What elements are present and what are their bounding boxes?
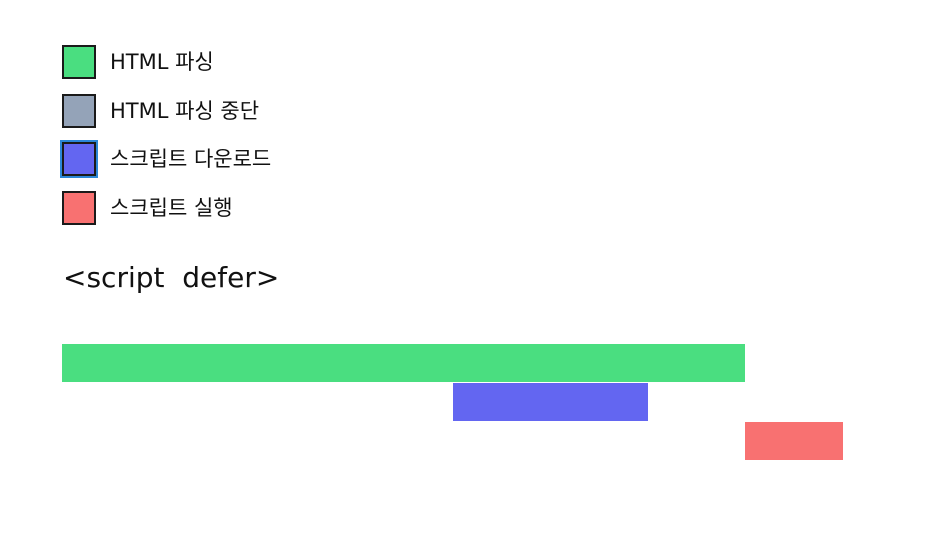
bar-script-execution <box>745 422 843 460</box>
bar-script-download <box>453 383 648 421</box>
bar-html-parsing <box>62 344 745 382</box>
timeline <box>62 344 843 460</box>
